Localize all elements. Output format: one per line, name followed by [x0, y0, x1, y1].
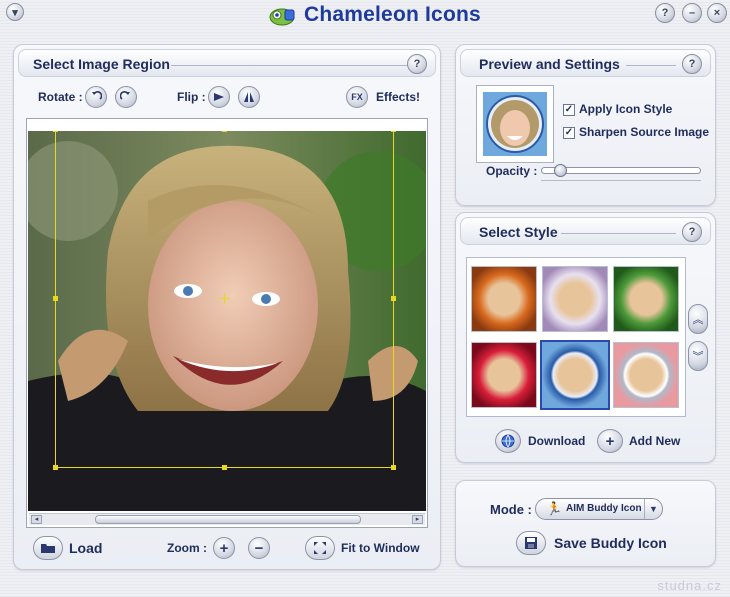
panel-title: Preview and Settings — [479, 56, 620, 72]
style-blue-circle[interactable] — [540, 340, 610, 410]
menu-chevron-icon[interactable]: ▾ — [6, 3, 24, 21]
mode-label: Mode : — [490, 502, 532, 517]
flip-horizontal-icon[interactable] — [238, 86, 260, 108]
crop-handle[interactable] — [53, 131, 58, 132]
mode-panel — [455, 480, 716, 567]
aim-running-man-icon: 🏃 — [546, 501, 563, 516]
crop-handle[interactable] — [391, 296, 396, 301]
zoom-out-icon[interactable]: − — [248, 537, 270, 559]
rotate-left-icon[interactable] — [85, 86, 107, 108]
preview-image — [477, 86, 553, 162]
scrollbar-thumb[interactable] — [95, 515, 361, 524]
header-divider — [626, 65, 676, 66]
header-divider — [561, 233, 676, 234]
rotate-label: Rotate : — [38, 90, 83, 104]
crop-handle[interactable] — [222, 131, 227, 132]
help-icon[interactable]: ? — [655, 3, 675, 23]
download-globe-icon[interactable] — [495, 429, 521, 453]
crop-handle[interactable] — [53, 465, 58, 470]
add-new-label[interactable]: Add New — [629, 434, 680, 448]
load-button-label[interactable]: Load — [69, 540, 102, 556]
close-icon[interactable]: × — [707, 3, 727, 23]
effects-fx-icon[interactable]: FX — [346, 86, 368, 108]
icon-preview — [476, 85, 554, 163]
style-autumn-leaves[interactable] — [471, 266, 537, 332]
source-photo[interactable] — [28, 131, 426, 511]
sharpen-source-checkbox[interactable]: ✓ — [563, 127, 575, 139]
opacity-label: Opacity : — [486, 164, 538, 178]
zoom-in-icon[interactable]: + — [213, 537, 235, 559]
help-icon[interactable]: ? — [407, 54, 427, 74]
scroll-left-arrow-icon[interactable]: ◂ — [31, 515, 42, 524]
scroll-right-arrow-icon[interactable]: ▸ — [412, 515, 423, 524]
crop-handle[interactable] — [53, 296, 58, 301]
divider — [541, 180, 701, 181]
title-bar: ▾ Chameleon Icons ? – × — [0, 0, 730, 30]
fit-to-window-label[interactable]: Fit to Window — [341, 541, 420, 555]
help-icon[interactable]: ? — [682, 54, 702, 74]
style-sunset-circle[interactable] — [613, 342, 679, 408]
apply-icon-style-checkbox[interactable]: ✓ — [563, 104, 575, 116]
mode-selected-value: AIM Buddy Icon — [566, 503, 642, 514]
fit-to-window-icon[interactable] — [305, 536, 335, 560]
panel-header: Select Style ? — [460, 217, 711, 245]
add-new-icon[interactable]: + — [597, 429, 623, 453]
panel-title: Select Image Region — [33, 56, 170, 72]
style-scroll-up-icon[interactable]: ︽ — [688, 304, 708, 334]
horizontal-scrollbar[interactable]: ◂ ▸ — [29, 513, 425, 525]
panel-header: Preview and Settings ? — [460, 49, 711, 77]
dropdown-arrow-icon[interactable]: ▼ — [644, 499, 662, 519]
save-buddy-icon-label[interactable]: Save Buddy Icon — [554, 535, 667, 551]
crop-handle[interactable] — [391, 465, 396, 470]
minimize-icon[interactable]: – — [682, 3, 702, 23]
effects-label[interactable]: Effects! — [376, 90, 420, 104]
header-divider — [171, 65, 411, 66]
app-title: Chameleon Icons — [304, 3, 481, 26]
apply-icon-style-label[interactable]: Apply Icon Style — [579, 102, 672, 116]
style-scroll-down-icon[interactable]: ︾ — [688, 341, 708, 371]
image-region-frame[interactable]: ◂ ▸ — [26, 118, 428, 528]
zoom-label: Zoom : — [167, 541, 207, 555]
style-flower-frame[interactable] — [542, 266, 608, 332]
panel-header: Select Image Region ? — [18, 49, 436, 77]
crop-handle[interactable] — [222, 465, 227, 470]
chameleon-logo-icon — [269, 8, 295, 26]
save-disk-icon[interactable] — [516, 531, 546, 555]
style-green-leaves[interactable] — [613, 266, 679, 332]
watermark: studna.cz — [657, 578, 722, 593]
flip-vertical-icon[interactable] — [208, 86, 230, 108]
crop-center-crosshair-icon — [219, 293, 230, 304]
panel-title: Select Style — [479, 224, 558, 240]
download-label[interactable]: Download — [528, 434, 585, 448]
load-folder-icon[interactable] — [33, 536, 63, 560]
help-icon[interactable]: ? — [682, 222, 702, 242]
sharpen-source-label[interactable]: Sharpen Source Image — [579, 125, 709, 139]
rotate-right-icon[interactable] — [115, 86, 137, 108]
flip-label: Flip : — [177, 90, 206, 104]
style-red-roses[interactable] — [471, 342, 537, 408]
crop-handle[interactable] — [391, 131, 396, 132]
mode-dropdown[interactable]: 🏃 AIM Buddy Icon ▼ — [535, 498, 663, 520]
